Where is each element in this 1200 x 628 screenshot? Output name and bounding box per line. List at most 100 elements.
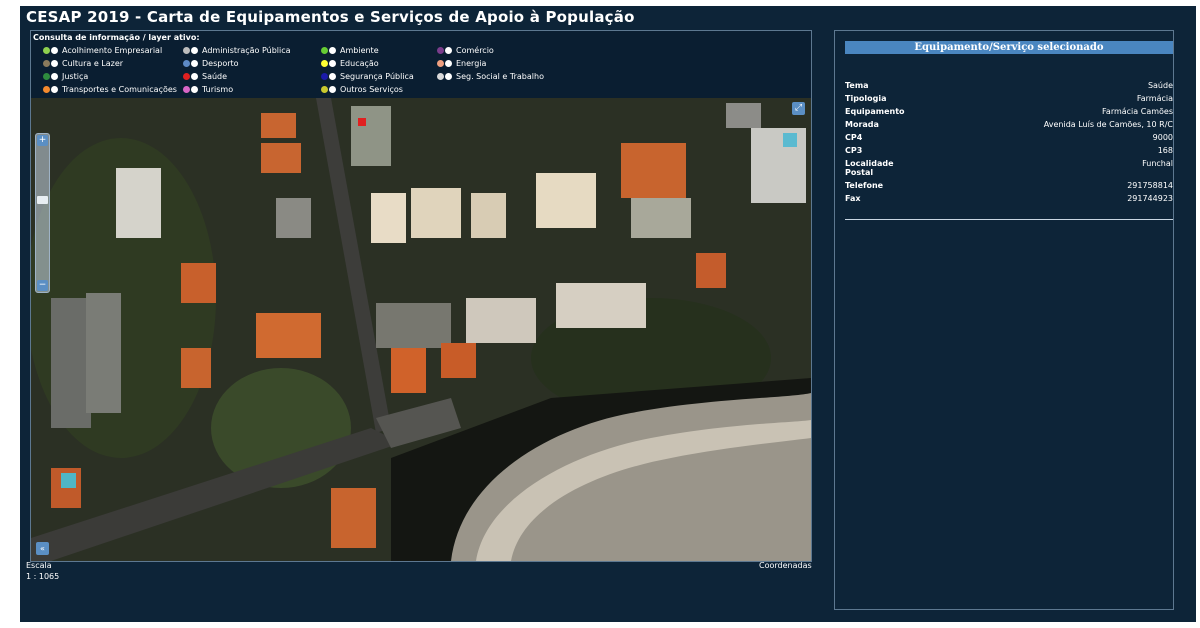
legend-swatch-icon (321, 46, 328, 54)
app-window: CESAP 2019 - Carta de Equipamentos e Ser… (20, 6, 1196, 622)
legend-label: Administração Pública (202, 45, 291, 55)
layer-toggle-icon[interactable] (329, 72, 336, 80)
legend-item-acolhimento-empresarial[interactable]: Acolhimento Empresarial (43, 44, 162, 56)
legend-label: Segurança Pública (340, 71, 414, 81)
detail-row-equipamento: Equipamento Farmácia Camões (845, 107, 1173, 116)
panel-header: Equipamento/Serviço selecionado (845, 41, 1173, 54)
layer-toggle-icon[interactable] (445, 59, 452, 67)
legend-label: Transportes e Comunicações (62, 84, 177, 94)
detail-key: Morada (845, 120, 879, 129)
legend-item-outros-servicos[interactable]: Outros Serviços (321, 83, 403, 95)
detail-value: 291744923 (1127, 194, 1173, 203)
legend-swatch-icon (183, 85, 190, 93)
legend-label: Seg. Social e Trabalho (456, 71, 544, 81)
detail-row-cp3: CP3 168 (845, 146, 1173, 155)
legend-swatch-icon (183, 59, 190, 67)
legend-item-energia[interactable]: Energia (437, 57, 486, 69)
zoom-slider-handle[interactable] (37, 196, 48, 204)
legend-label: Educação (340, 58, 379, 68)
legend-item-transportes-e-comunicacoes[interactable]: Transportes e Comunicações (43, 83, 177, 95)
legend-swatch-icon (321, 59, 328, 67)
layer-toggle-icon[interactable] (329, 46, 336, 54)
page-title: CESAP 2019 - Carta de Equipamentos e Ser… (26, 8, 635, 26)
zoom-in-icon[interactable]: + (37, 135, 48, 146)
legend-label: Saúde (202, 71, 228, 81)
detail-key: CP4 (845, 133, 863, 142)
detail-row-localidade-postal: Localidade Postal Funchal (845, 159, 1173, 177)
aerial-map-image[interactable] (31, 98, 811, 561)
selected-equipment-marker[interactable] (358, 118, 366, 126)
layer-toggle-icon[interactable] (191, 72, 198, 80)
legend-label: Turismo (202, 84, 234, 94)
legend-item-educacao[interactable]: Educação (321, 57, 379, 69)
layer-toggle-icon[interactable] (445, 72, 452, 80)
detail-value: Farmácia (1136, 94, 1173, 103)
legend-label: Ambiente (340, 45, 379, 55)
scale-label: Escala (26, 561, 52, 570)
legend: Consulta de informação / layer ativo: Ac… (31, 31, 811, 98)
legend-item-justica[interactable]: Justiça (43, 70, 88, 82)
zoom-slider[interactable]: + − (35, 133, 50, 293)
previous-extent-icon[interactable]: « (36, 542, 49, 555)
legend-swatch-icon (43, 46, 50, 54)
legend-label: Cultura e Lazer (62, 58, 124, 68)
legend-item-cultura-e-lazer[interactable]: Cultura e Lazer (43, 57, 123, 69)
detail-row-tema: Tema Saúde (845, 81, 1173, 90)
layer-toggle-icon[interactable] (191, 46, 198, 54)
legend-item-seguranca-publica[interactable]: Segurança Pública (321, 70, 414, 82)
legend-item-saude[interactable]: Saúde (183, 70, 227, 82)
legend-item-desporto[interactable]: Desporto (183, 57, 239, 69)
legend-label: Energia (456, 58, 487, 68)
legend-heading: Consulta de informação / layer ativo: (33, 33, 200, 42)
legend-swatch-icon (437, 72, 444, 80)
legend-item-administracao-publica[interactable]: Administração Pública (183, 44, 291, 56)
legend-swatch-icon (437, 46, 444, 54)
legend-item-ambiente[interactable]: Ambiente (321, 44, 379, 56)
layer-toggle-icon[interactable] (191, 59, 198, 67)
detail-key: Telefone (845, 181, 884, 190)
legend-swatch-icon (43, 59, 50, 67)
fullscreen-icon[interactable]: ⤢ (792, 102, 805, 115)
layer-toggle-icon[interactable] (51, 85, 58, 93)
detail-row-telefone: Telefone 291758814 (845, 181, 1173, 190)
legend-swatch-icon (321, 85, 328, 93)
detail-value: Farmácia Camões (1102, 107, 1173, 116)
detail-value: 168 (1157, 146, 1173, 155)
layer-toggle-icon[interactable] (445, 46, 452, 54)
legend-item-turismo[interactable]: Turismo (183, 83, 233, 95)
detail-key: Equipamento (845, 107, 905, 116)
detail-value: Avenida Luís de Camões, 10 R/C (1043, 120, 1173, 129)
legend-swatch-icon (183, 72, 190, 80)
layer-toggle-icon[interactable] (191, 85, 198, 93)
zoom-out-icon[interactable]: − (37, 280, 48, 291)
equipment-details: Tema Saúde Tipologia Farmácia Equipament… (845, 81, 1173, 207)
detail-row-fax: Fax 291744923 (845, 194, 1173, 203)
legend-item-comercio[interactable]: Comércio (437, 44, 494, 56)
legend-label: Justiça (62, 71, 89, 81)
detail-value: 9000 (1152, 133, 1173, 142)
coordinates-label: Coordenadas (759, 561, 812, 570)
detail-key: Tema (845, 81, 869, 90)
legend-label: Comércio (456, 45, 494, 55)
legend-label: Desporto (202, 58, 239, 68)
detail-key: CP3 (845, 146, 863, 155)
layer-toggle-icon[interactable] (329, 85, 336, 93)
legend-swatch-icon (43, 72, 50, 80)
detail-key: Localidade Postal (845, 159, 894, 177)
detail-row-tipologia: Tipologia Farmácia (845, 94, 1173, 103)
map-view[interactable]: + − ⤢ « (31, 98, 811, 561)
layer-toggle-icon[interactable] (329, 59, 336, 67)
legend-item-seg-social-e-trabalho[interactable]: Seg. Social e Trabalho (437, 70, 544, 82)
layer-toggle-icon[interactable] (51, 59, 58, 67)
scale-value: 1 : 1065 (26, 572, 60, 581)
layer-toggle-icon[interactable] (51, 46, 58, 54)
layer-toggle-icon[interactable] (51, 72, 58, 80)
selected-equipment-panel: Equipamento/Serviço selecionado Tema Saú… (834, 30, 1174, 610)
legend-label: Outros Serviços (340, 84, 403, 94)
detail-key: Fax (845, 194, 861, 203)
legend-swatch-icon (437, 59, 444, 67)
detail-value: Saúde (1147, 81, 1173, 90)
map-panel: Consulta de informação / layer ativo: Ac… (30, 30, 812, 562)
detail-key: Tipologia (845, 94, 887, 103)
detail-value: Funchal (1142, 159, 1173, 168)
